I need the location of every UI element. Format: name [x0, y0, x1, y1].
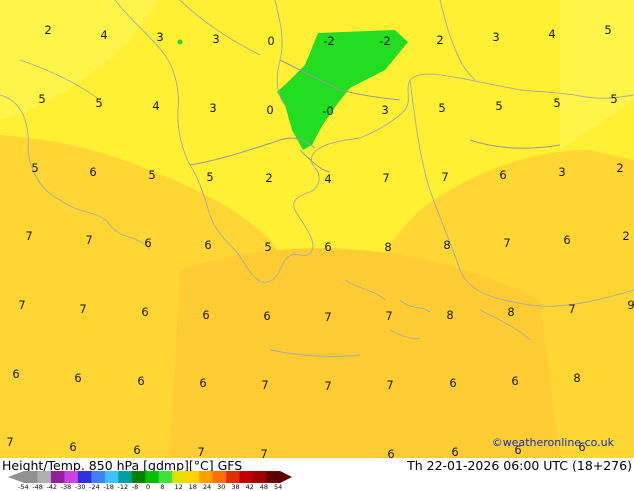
field-value-label: 8: [443, 238, 450, 252]
field-value-label: 6: [511, 374, 518, 388]
field-value-label: 3: [381, 103, 388, 117]
field-value-label: 3: [492, 30, 499, 44]
field-value-label: 7: [260, 447, 267, 458]
field-value-label: 5: [148, 168, 155, 182]
field-value-label: 8: [573, 371, 580, 385]
field-value-label: 6: [137, 374, 144, 388]
field-value-label: 2: [616, 161, 623, 175]
field-value-label: 6: [387, 447, 394, 458]
field-value-label: 7: [568, 302, 575, 316]
field-value-label: 7: [386, 378, 393, 392]
field-value-label: 7: [324, 310, 331, 324]
field-value-label: 5: [264, 240, 271, 254]
field-value-label: 8: [384, 240, 391, 254]
field-value-label: 7: [79, 302, 86, 316]
field-value-label: 6: [263, 309, 270, 323]
field-value-label: 6: [144, 236, 151, 250]
field-value-label: 4: [100, 28, 107, 42]
colorbar-ticks: -54 -48 -42 -38 -30 -24 -18 -12 -8 0 8 12 18 24 30 38 42…: [8, 458, 308, 491]
field-value-label: 6: [74, 371, 81, 385]
field-value-label: 6: [202, 308, 209, 322]
credit-link[interactable]: ©weatheronline.co.uk: [492, 436, 614, 449]
field-value-label: 7: [18, 298, 25, 312]
field-value-label: 4: [324, 172, 331, 186]
field-value-label: 6: [449, 376, 456, 390]
field-value-label: 5: [31, 161, 38, 175]
field-value-label: 6: [69, 440, 76, 454]
field-value-label: 7: [324, 379, 331, 393]
field-value-label: 7: [385, 309, 392, 323]
field-value-label: 4: [548, 27, 555, 41]
field-value-label: 6: [12, 367, 19, 381]
map-footer: Height/Temp. 850 hPa [gdmp][°C] GFS Th 2…: [0, 436, 634, 491]
field-value-label: 7: [197, 445, 204, 458]
field-value-label: 6: [324, 240, 331, 254]
field-value-label: 5: [95, 96, 102, 110]
field-value-label: 2: [436, 33, 443, 47]
field-value-label: 0: [266, 103, 273, 117]
field-value-label: 5: [206, 170, 213, 184]
field-value-label: 3: [212, 32, 219, 46]
map-datetime: Th 22-01-2026 06:00 UTC (18+276): [407, 458, 632, 473]
field-value-label: 6: [204, 238, 211, 252]
field-value-label: 2: [622, 229, 629, 243]
temperature-map: 2 4 3 3 0 -2 -2 2 3 4 5 5 5 4 3 0 -0 3 5 5 5 5 5 6 5 5 2 4 7 7 6 3 2 7 7 6 6…: [0, 0, 634, 461]
field-value-label: 3: [209, 101, 216, 115]
field-value-label: 6: [199, 376, 206, 390]
field-value-label: 5: [38, 92, 45, 106]
field-value-label: 7: [382, 171, 389, 185]
field-value-label: 7: [441, 170, 448, 184]
field-value-label: 9: [627, 298, 634, 312]
field-value-label: 6: [499, 168, 506, 182]
field-value-label: 7: [261, 378, 268, 392]
field-value-label: 5: [553, 96, 560, 110]
field-value-label: 7: [503, 236, 510, 250]
field-value-label: 6: [563, 233, 570, 247]
field-value-label: 7: [6, 435, 13, 449]
field-value-label: 7: [25, 229, 32, 243]
field-value-label: 0: [267, 34, 274, 48]
field-value-label: 6: [141, 305, 148, 319]
field-value-label: 6: [451, 445, 458, 458]
field-value-label: 5: [438, 101, 445, 115]
field-value-label: 3: [558, 165, 565, 179]
field-value-label: 3: [156, 30, 163, 44]
cold-spot: [177, 39, 183, 45]
map-canvas: 2 4 3 3 0 -2 -2 2 3 4 5 5 5 4 3 0 -0 3 5 5 5 5 5 6 5 5 2 4 7 7 6 3 2 7 7 6 6…: [0, 0, 634, 461]
field-value-label: 7: [85, 233, 92, 247]
field-value-label: 2: [44, 23, 51, 37]
field-value-label: -2: [379, 34, 390, 48]
field-value-label: 2: [265, 171, 272, 185]
field-value-label: 5: [610, 92, 617, 106]
field-value-label: -0: [322, 104, 333, 118]
field-value-label: 6: [133, 443, 140, 457]
field-value-label: -2: [323, 34, 334, 48]
field-value-label: 4: [152, 99, 159, 113]
field-value-label: 8: [507, 305, 514, 319]
field-value-label: 5: [604, 23, 611, 37]
field-value-label: 6: [89, 165, 96, 179]
field-value-label: 8: [446, 308, 453, 322]
field-value-label: 5: [495, 99, 502, 113]
